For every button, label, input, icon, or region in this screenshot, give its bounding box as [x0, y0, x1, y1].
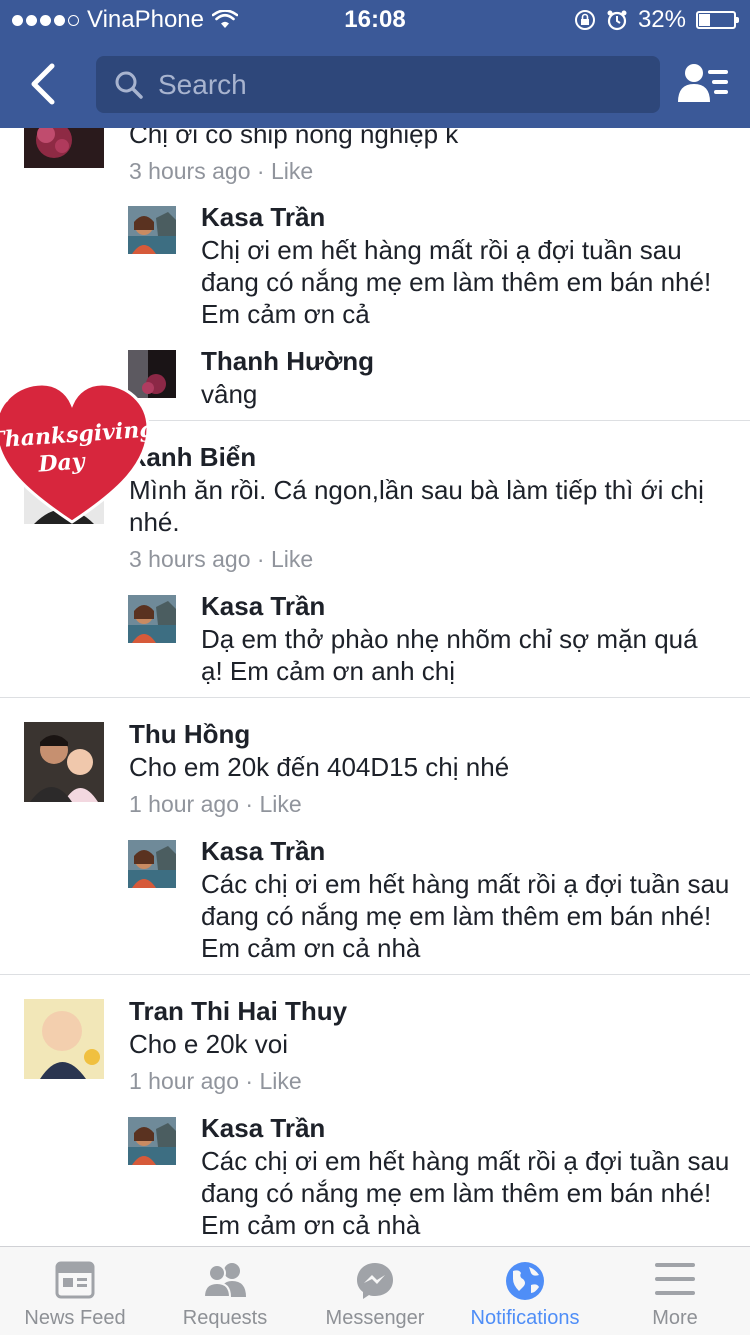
search-bar[interactable] [96, 56, 660, 113]
comment-meta: 3 hours ago · Like [129, 158, 314, 184]
comment-time: 3 hours ago [129, 158, 251, 184]
comments-list[interactable]: Chị ơi có ship nông nghiệp k 3 hours ago… [0, 128, 750, 1246]
tab-label: More [652, 1307, 698, 1329]
avatar[interactable] [128, 1117, 176, 1165]
comment-text: Chị ơi em hết hàng mất rồi ạ đợi tuần sa… [201, 235, 712, 329]
commenter-name[interactable]: Thanh Hường [201, 346, 374, 377]
comment-text: Các chị ơi em hết hàng mất rồi ạ đợi tuầ… [201, 1146, 730, 1240]
messenger-icon [357, 1263, 393, 1299]
commenter-name[interactable]: Tran Thi Hai Thuy [129, 996, 347, 1027]
commenter-name[interactable]: Kasa Trần [201, 836, 325, 867]
comment-text: Các chị ơi em hết hàng mất rồi ạ đợi tuầ… [201, 869, 730, 963]
commenter-name[interactable]: Thu Hồng [129, 719, 250, 750]
avatar[interactable] [24, 128, 104, 168]
battery-percent: 32% [637, 6, 686, 33]
divider [0, 974, 750, 975]
like-link[interactable]: Like [271, 546, 313, 572]
search-icon [115, 71, 143, 99]
status-bar: VinaPhone 16:08 32% [0, 0, 750, 40]
comment-text: vâng [201, 379, 258, 409]
commenter-name[interactable]: Kasa Trần [201, 591, 325, 622]
commenter-name[interactable]: Kasa Trần [201, 202, 325, 233]
alarm-icon [607, 10, 627, 31]
globe-icon [506, 1262, 544, 1300]
thanksgiving-heart-sticker[interactable]: Thanksgiving Day [0, 376, 155, 526]
rotation-lock-icon [574, 10, 595, 30]
tab-more[interactable]: More [600, 1247, 750, 1335]
comment-time: 1 hour ago [129, 1068, 239, 1094]
tab-label: Messenger [325, 1307, 425, 1329]
comment-text: Dạ em thở phào nhẹ nhõm chỉ sợ mặn quá ạ… [201, 624, 698, 686]
comment-time: 1 hour ago [129, 791, 239, 817]
tab-label: Requests [182, 1307, 268, 1329]
tab-label: Notifications [470, 1307, 580, 1329]
divider [0, 697, 750, 698]
avatar[interactable] [128, 206, 176, 254]
avatar[interactable] [128, 595, 176, 643]
friend-requests-icon [202, 1263, 246, 1298]
comment-meta: 1 hour ago · Like [129, 1068, 302, 1094]
menu-icon [655, 1263, 695, 1295]
commenter-name[interactable]: Kasa Trần [201, 1113, 325, 1144]
comment-meta: 3 hours ago · Like [129, 546, 314, 572]
comment-text: Chị ơi có ship nông nghiệp k [129, 128, 459, 149]
sticker-text: Day [37, 448, 88, 477]
like-link[interactable]: Like [259, 1068, 301, 1094]
like-link[interactable]: Like [271, 158, 313, 184]
avatar[interactable] [24, 722, 104, 802]
navigation-bar [0, 40, 750, 128]
search-input[interactable] [156, 67, 640, 102]
back-button[interactable] [22, 60, 66, 108]
tab-news-feed[interactable]: News Feed [0, 1247, 150, 1335]
avatar[interactable] [24, 999, 104, 1079]
tab-messenger[interactable]: Messenger [300, 1247, 450, 1335]
tab-label: News Feed [24, 1307, 126, 1329]
news-feed-icon [55, 1261, 95, 1299]
friends-list-icon[interactable] [676, 60, 730, 108]
like-link[interactable]: Like [259, 791, 301, 817]
comment-meta: 1 hour ago · Like [129, 791, 302, 817]
comment-text: Mình ăn rồi. Cá ngon,lần sau bà làm tiếp… [129, 475, 704, 537]
avatar[interactable] [128, 840, 176, 888]
tab-bar: News Feed Requests Messenger Notificatio… [0, 1246, 750, 1335]
comment-time: 3 hours ago [129, 546, 251, 572]
comment-text: Cho e 20k voi [129, 1029, 288, 1059]
battery-icon [696, 11, 739, 29]
tab-notifications[interactable]: Notifications [450, 1247, 600, 1335]
tab-requests[interactable]: Requests [150, 1247, 300, 1335]
comment-text: Cho em 20k đến 404D15 chị nhé [129, 752, 510, 782]
